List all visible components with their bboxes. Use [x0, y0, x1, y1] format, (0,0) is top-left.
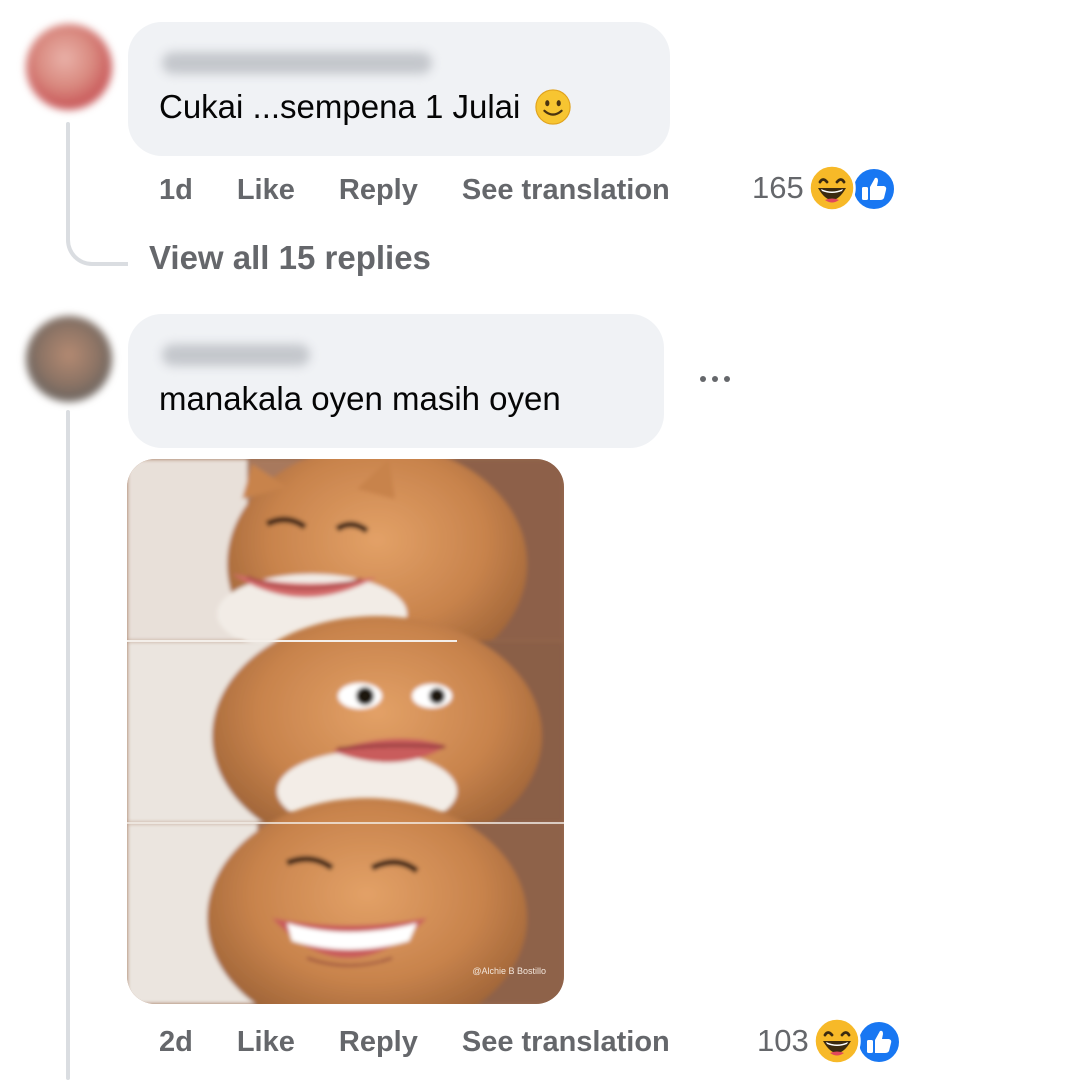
comment-actions: 1d Like Reply See translation: [159, 170, 670, 210]
reply-button[interactable]: Reply: [339, 1026, 418, 1059]
view-replies-link[interactable]: View all 15 replies: [149, 239, 431, 277]
comment-bubble: Cukai ...sempena 1 Julai: [128, 22, 670, 156]
thread-line-top: [66, 122, 70, 212]
avatar[interactable]: [26, 24, 112, 110]
like-button[interactable]: Like: [237, 174, 295, 207]
author-name-blurred[interactable]: [162, 344, 310, 366]
comment-image[interactable]: @Alchie B Bostillo: [127, 459, 564, 1004]
reaction-summary[interactable]: 165: [752, 164, 902, 212]
haha-icon: [812, 1017, 861, 1065]
like-icon: [856, 1020, 901, 1064]
thread-line-bottom: [66, 410, 70, 1080]
image-watermark: @Alchie B Bostillo: [472, 966, 546, 976]
haha-icon: [807, 164, 856, 212]
reaction-icons: [807, 164, 902, 212]
smile-emoji-icon: [535, 89, 572, 125]
comment-text-content: Cukai ...sempena 1 Julai: [159, 88, 521, 125]
like-icon: [851, 167, 896, 211]
comment-text: Cukai ...sempena 1 Julai: [159, 88, 572, 126]
comment-text: manakala oyen masih oyen: [159, 380, 561, 417]
reaction-summary[interactable]: 103: [757, 1017, 907, 1065]
comment-timestamp[interactable]: 1d: [159, 174, 193, 207]
cat-meme-illustration: [127, 459, 564, 1004]
reaction-count: 165: [752, 170, 804, 205]
author-name-blurred[interactable]: [162, 52, 432, 74]
see-translation-button[interactable]: See translation: [462, 1026, 670, 1059]
reaction-icons: [812, 1017, 907, 1065]
more-options-icon[interactable]: [694, 362, 736, 392]
reaction-count: 103: [757, 1023, 809, 1058]
reply-button[interactable]: Reply: [339, 174, 418, 207]
comment-bubble: manakala oyen masih oyen: [128, 314, 664, 448]
thread-connector-replies: [66, 200, 128, 266]
see-translation-button[interactable]: See translation: [462, 174, 670, 207]
comment-actions: 2d Like Reply See translation: [159, 1022, 670, 1062]
like-button[interactable]: Like: [237, 1026, 295, 1059]
avatar[interactable]: [26, 316, 112, 402]
comment-timestamp[interactable]: 2d: [159, 1026, 193, 1059]
